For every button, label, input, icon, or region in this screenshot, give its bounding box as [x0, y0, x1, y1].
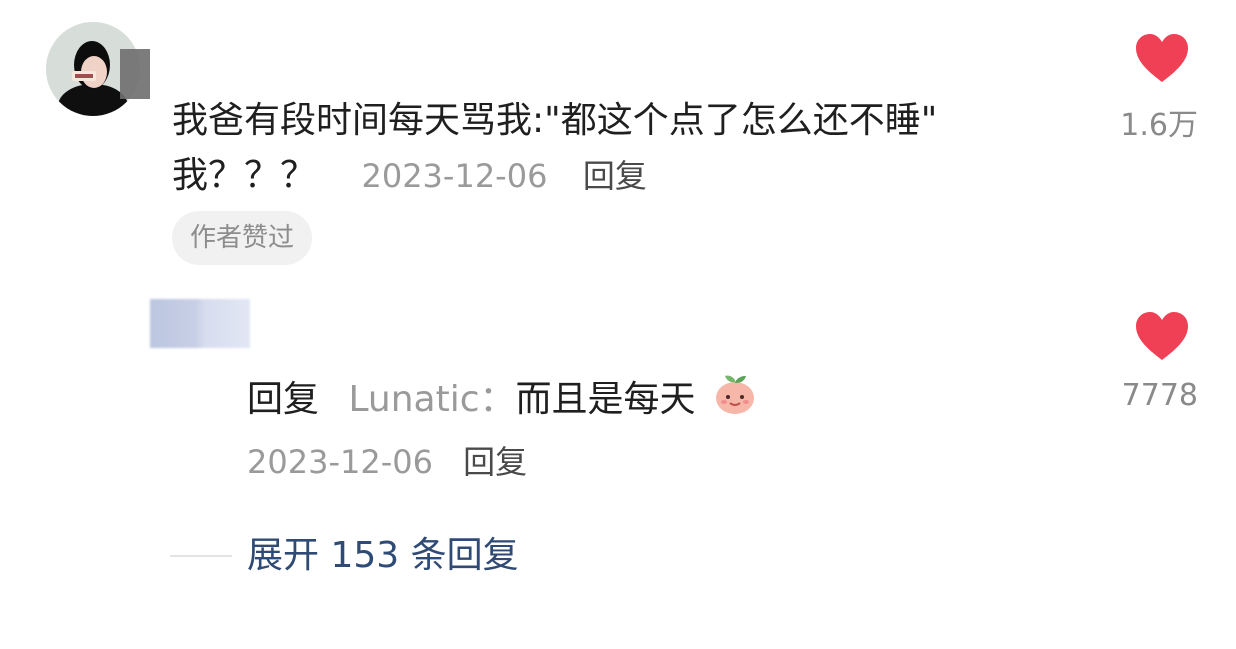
heart-icon	[1136, 312, 1188, 360]
reply-text: 而且是每天	[515, 379, 696, 420]
comment-like-button[interactable]	[1134, 32, 1190, 84]
comment-text-line-2: 我？？？	[172, 155, 317, 196]
reply-like-button[interactable]	[1134, 310, 1190, 362]
reply-user-redacted	[150, 299, 250, 348]
reply-prefix: 回复	[247, 379, 320, 420]
comment-date: 2023-12-06	[361, 157, 548, 195]
reply-text-row: 回复 Lunatic：而且是每天	[247, 372, 757, 430]
author-liked-badge: 作者赞过	[172, 211, 313, 265]
comment-meta-row: 我？？？ 2023-12-06 回复	[172, 151, 647, 201]
expand-divider	[170, 555, 232, 557]
reply-target-user[interactable]: Lunatic	[348, 379, 479, 420]
reply-like-count: 7778	[1121, 378, 1198, 413]
reply-meta-row: 2023-12-06 回复	[247, 439, 527, 485]
comment-text-line-1: 我爸有段时间每天骂我:"都这个点了怎么还不睡"	[172, 100, 938, 141]
comment-reply-button[interactable]: 回复	[583, 157, 647, 195]
username-redacted	[120, 49, 150, 99]
heart-icon	[1136, 34, 1188, 82]
reply-colon: ：	[479, 379, 516, 420]
peach-smile-icon	[713, 372, 757, 430]
comment-like-count: 1.6万	[1120, 108, 1198, 143]
reply-date: 2023-12-06	[247, 443, 433, 481]
reply-reply-button[interactable]: 回复	[463, 443, 527, 481]
expand-replies-button[interactable]: 展开 153 条回复	[247, 532, 519, 580]
